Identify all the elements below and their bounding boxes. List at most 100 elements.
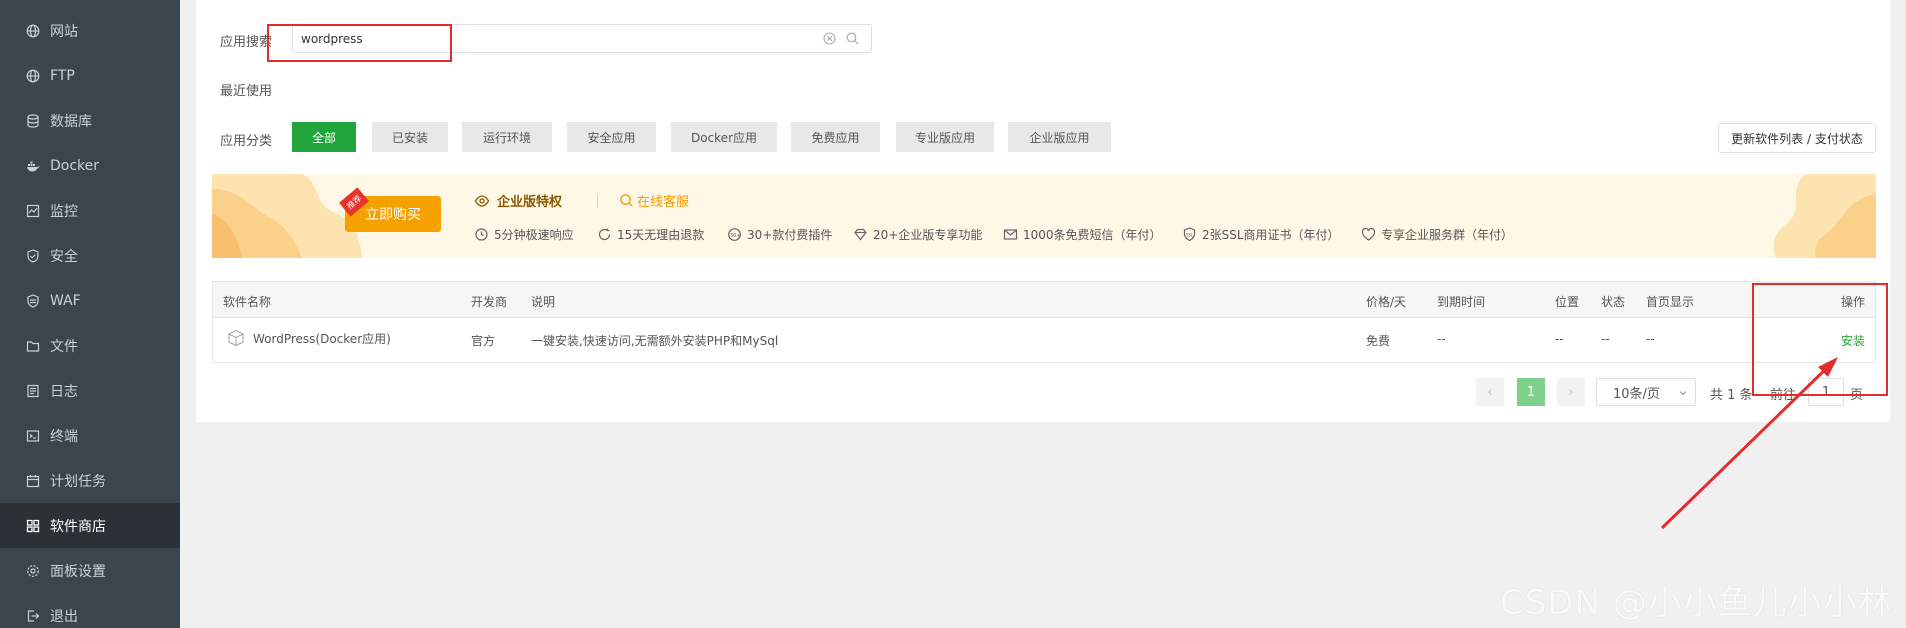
table-header: 软件名称 开发商 说明 价格/天 到期时间 位置 状态 首页显示 操作 [213, 282, 1875, 318]
feature-item: 20+企业版专享功能 [853, 226, 982, 243]
search-icon[interactable] [846, 32, 859, 45]
sidebar-item-label: WAF [50, 292, 81, 309]
banner-decoration [212, 174, 362, 258]
search-label: 应用搜索 [220, 35, 273, 50]
col-name: 软件名称 [223, 295, 272, 309]
prev-page-button[interactable]: ‹ [1476, 378, 1504, 406]
col-expire: 到期时间 [1437, 295, 1486, 309]
refund-icon [598, 228, 611, 241]
chat-icon [620, 194, 633, 207]
software-table: 软件名称 开发商 说明 价格/天 到期时间 位置 状态 首页显示 操作 Word… [212, 281, 1876, 363]
sidebar-item-website[interactable]: 网站 [0, 8, 180, 53]
feature-item: 5分钟极速响应 [474, 226, 574, 243]
sidebar-item-label: 面板设置 [50, 563, 106, 580]
sidebar-item-label: 网站 [50, 23, 78, 40]
enterprise-banner: 推荐 立即购买 企业版特权 在线客服 5分钟极速响应 15天无理由退款 30+ … [212, 174, 1876, 258]
sidebar-item-cron[interactable]: 计划任务 [0, 458, 180, 503]
cell-name: WordPress(Docker应用) [253, 332, 391, 346]
sidebar-item-label: 文件 [50, 338, 78, 355]
sidebar-item-label: 软件商店 [50, 518, 106, 535]
col-desc: 说明 [531, 295, 556, 309]
shield-icon [26, 248, 40, 263]
sidebar-item-label: 数据库 [50, 113, 92, 130]
watermark: CSDN @小小鱼儿小小林 [1500, 583, 1893, 623]
col-position: 位置 [1555, 295, 1580, 309]
category-runtime[interactable]: 运行环境 [462, 122, 552, 152]
banner-separator [597, 194, 598, 208]
cell-price: 免费 [1366, 334, 1391, 348]
category-docker[interactable]: Docker应用 [671, 122, 777, 152]
sidebar-item-monitor[interactable]: 监控 [0, 188, 180, 233]
category-free[interactable]: 免费应用 [791, 122, 880, 152]
sidebar-item-label: 监控 [50, 203, 78, 220]
database-icon [26, 113, 40, 128]
category-label: 应用分类 [220, 134, 273, 149]
update-list-button[interactable]: 更新软件列表 / 支付状态 [1718, 123, 1876, 153]
sidebar-item-app-store[interactable]: 软件商店 [0, 503, 180, 548]
sidebar-item-docker[interactable]: Docker [0, 143, 180, 188]
category-installed[interactable]: 已安装 [372, 122, 448, 152]
category-pro[interactable]: 专业版应用 [896, 122, 994, 152]
online-service-link[interactable]: 在线客服 [619, 191, 689, 210]
package-icon [228, 329, 244, 347]
cell-vendor: 官方 [471, 334, 496, 348]
plugin-icon: 30+ [728, 228, 741, 241]
cell-position: -- [1555, 332, 1564, 346]
sidebar-item-database[interactable]: 数据库 [0, 98, 180, 143]
sidebar-item-logs[interactable]: 日志 [0, 368, 180, 413]
annotation-box-search [267, 24, 452, 62]
heart-icon [1361, 227, 1376, 241]
sidebar-item-label: 日志 [50, 383, 78, 400]
logout-icon [26, 609, 40, 623]
svg-text:SSL: SSL [1186, 233, 1194, 238]
cell-desc: 一键安装,快速访问,无需额外安装PHP和MySql [531, 334, 779, 348]
grid-icon [26, 519, 40, 533]
sidebar: 网站 FTP 数据库 Docker 监控 安全 WAF 文件 日志 终端 计划任… [0, 0, 180, 628]
sidebar-item-label: FTP [50, 67, 75, 84]
globe-icon [26, 69, 40, 83]
sidebar-item-files[interactable]: 文件 [0, 323, 180, 368]
sidebar-item-logout[interactable]: 退出 [0, 593, 180, 628]
feature-item: 1000条免费短信（年付） [1003, 226, 1162, 243]
sidebar-item-security[interactable]: 安全 [0, 233, 180, 278]
gear-icon [26, 564, 40, 578]
col-status: 状态 [1601, 295, 1626, 309]
globe-icon [26, 24, 40, 38]
sidebar-item-label: 计划任务 [50, 473, 106, 490]
sidebar-item-waf[interactable]: WAF [0, 278, 180, 323]
category-all[interactable]: 全部 [292, 122, 356, 152]
sidebar-item-label: 安全 [50, 248, 78, 265]
sidebar-item-ftp[interactable]: FTP [0, 53, 180, 98]
docker-icon [26, 159, 40, 173]
sidebar-item-label: Docker [50, 157, 100, 174]
vip-icon [474, 194, 490, 207]
next-page-button[interactable]: › [1557, 378, 1585, 406]
sidebar-item-terminal[interactable]: 终端 [0, 413, 180, 458]
buy-now-button[interactable]: 推荐 立即购买 [339, 187, 441, 232]
clear-icon[interactable] [823, 32, 836, 45]
calendar-icon [26, 474, 40, 488]
mail-icon [1003, 229, 1018, 240]
sidebar-item-label: 终端 [50, 428, 78, 445]
feature-item: SSL 2张SSL商用证书（年付） [1182, 226, 1340, 243]
enterprise-title: 企业版特权 [474, 191, 562, 210]
svg-text:30+: 30+ [730, 233, 741, 239]
sidebar-item-label: 退出 [50, 608, 78, 625]
category-enterprise[interactable]: 企业版应用 [1008, 122, 1111, 152]
feature-item: 30+ 30+款付费插件 [727, 226, 832, 243]
log-icon [26, 384, 40, 398]
ssl-icon: SSL [1183, 227, 1196, 242]
buy-now-label: 立即购买 [365, 207, 421, 223]
page-1-button[interactable]: 1 [1517, 378, 1545, 406]
sidebar-item-settings[interactable]: 面板设置 [0, 548, 180, 593]
diamond-icon [854, 228, 867, 241]
folder-icon [26, 339, 40, 353]
recent-label: 最近使用 [220, 84, 273, 99]
banner-decoration [1773, 174, 1876, 258]
feature-item: 15天无理由退款 [597, 226, 704, 243]
category-security[interactable]: 安全应用 [567, 122, 656, 152]
col-vendor: 开发商 [471, 295, 508, 309]
fast-response-icon [475, 228, 488, 241]
col-home: 首页显示 [1646, 295, 1695, 309]
monitor-icon [26, 204, 40, 218]
